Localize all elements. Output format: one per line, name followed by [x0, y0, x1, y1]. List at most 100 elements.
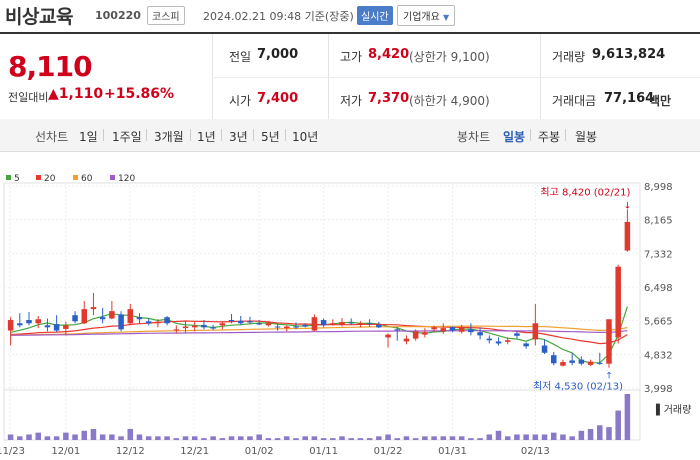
trade-value-unit: 백만 [649, 94, 672, 108]
volume-bar [348, 438, 354, 440]
company-overview-dropdown[interactable]: 기업개요 ▼ [397, 5, 456, 26]
volume-bar [7, 434, 14, 440]
header: 비상교육 100220 코스피 2024.02.21 09:48 기준(장중) … [0, 0, 700, 30]
candle-body [99, 317, 106, 320]
volume-bar [90, 428, 97, 440]
volume-bar [541, 434, 548, 440]
candle-body [145, 321, 152, 324]
candle-daily[interactable]: 일봉 [503, 128, 525, 145]
candle-body [348, 322, 354, 324]
candle-body [532, 323, 539, 340]
period-10y[interactable]: 10년 [292, 128, 318, 145]
volume-bar [597, 425, 603, 440]
candle-body [311, 317, 318, 331]
candle-body [550, 355, 557, 364]
volume-bar [201, 438, 207, 440]
current-price: 8,110 [8, 50, 93, 83]
price-chart[interactable]: 5 20 60 120 8,9988,1657,3326,4985,6654,8323… [0, 160, 700, 460]
stock-name: 비상교육 [5, 6, 73, 28]
candle-body [486, 338, 493, 341]
x-tick-label: 01/11 [309, 446, 338, 457]
legend-swatch-20 [36, 175, 41, 180]
candle-body [284, 326, 290, 329]
volume-bar [486, 434, 493, 440]
volume-bar [514, 434, 520, 440]
market-badge: 코스피 [147, 6, 185, 25]
divider [565, 129, 566, 141]
period-5y[interactable]: 5년 [261, 128, 280, 145]
candle-body [385, 334, 391, 338]
live-button[interactable]: 실시간 [357, 6, 393, 25]
candle-body [624, 221, 631, 251]
volume-bar [569, 436, 575, 440]
period-1y[interactable]: 1년 [197, 128, 216, 145]
y-tick-label: 7,332 [644, 249, 673, 260]
x-tick-label: 01/31 [438, 446, 467, 457]
volume-bar [357, 438, 364, 440]
divider [103, 129, 104, 141]
volume-bar [477, 438, 483, 440]
volume-bar [606, 427, 612, 440]
period-1w[interactable]: 1주일 [112, 128, 142, 145]
candle-body [422, 332, 428, 335]
candle-body [53, 324, 60, 331]
x-tick-label: 01/02 [245, 446, 274, 457]
candle-body [293, 326, 299, 328]
volume-bar [237, 436, 244, 440]
legend-swatch-120 [110, 175, 115, 180]
up-triangle-icon: ▲ [48, 86, 59, 102]
candle-body [210, 327, 216, 329]
period-3m[interactable]: 3개월 [154, 128, 184, 145]
candle-body [265, 323, 272, 326]
volume-bar [210, 436, 216, 440]
volume-bar [191, 436, 198, 440]
volume-bar [219, 438, 226, 440]
candle-body [201, 324, 207, 328]
change-label: 전일대비 [8, 91, 49, 104]
trade-value: 77,164 [604, 91, 655, 106]
volume-bar [412, 438, 419, 440]
candle-body [477, 332, 483, 336]
candle-body [63, 325, 69, 329]
timestamp: 2024.02.21 09:48 기준(장중) [203, 10, 354, 23]
candle [615, 264, 621, 344]
divider [285, 129, 286, 141]
candle-weekly[interactable]: 주봉 [538, 128, 560, 145]
volume-bar [274, 438, 281, 440]
volume-bar [578, 430, 585, 440]
volume-bar [504, 436, 511, 440]
candle-monthly[interactable]: 월봉 [575, 128, 597, 145]
y-tick-label: 8,998 [644, 182, 673, 193]
x-tick-label: 12/01 [51, 446, 80, 457]
line-chart-label: 선차트 [35, 130, 69, 144]
volume-bar [403, 436, 410, 440]
volume-bar [394, 438, 401, 440]
candle-body [495, 341, 502, 344]
volume-plot-area [3, 389, 641, 441]
volume-bar [293, 438, 299, 440]
trade-value-label: 거래대금 [552, 94, 597, 108]
candle-body [17, 323, 23, 326]
change-value: ▲1,110 [48, 86, 103, 102]
upper-limit: (상한가 9,100) [409, 50, 490, 64]
candle-body [182, 326, 189, 329]
period-3y[interactable]: 3년 [229, 128, 248, 145]
chart-toolbar: 선차트 1일 1주일 3개월 1년 3년 5년 10년 봉차트 일봉 주봉 월봉 [0, 119, 700, 152]
y-tick-label: 6,498 [644, 283, 673, 294]
x-tick-label: 12/12 [116, 446, 145, 457]
period-1d[interactable]: 1일 [79, 128, 98, 145]
volume-bar [284, 436, 290, 440]
candle-body [412, 331, 419, 339]
candle-body [514, 333, 520, 336]
open-label: 시가 [229, 94, 252, 108]
candle-body [578, 359, 585, 364]
candle-body [376, 324, 382, 328]
volume-bar [495, 430, 502, 440]
candle-body [72, 315, 78, 322]
candle-body [164, 317, 170, 324]
volume-bar [72, 434, 78, 440]
divider [190, 129, 191, 141]
candle-body [320, 320, 327, 326]
candle-body [431, 327, 437, 330]
volume-bar [35, 432, 41, 440]
